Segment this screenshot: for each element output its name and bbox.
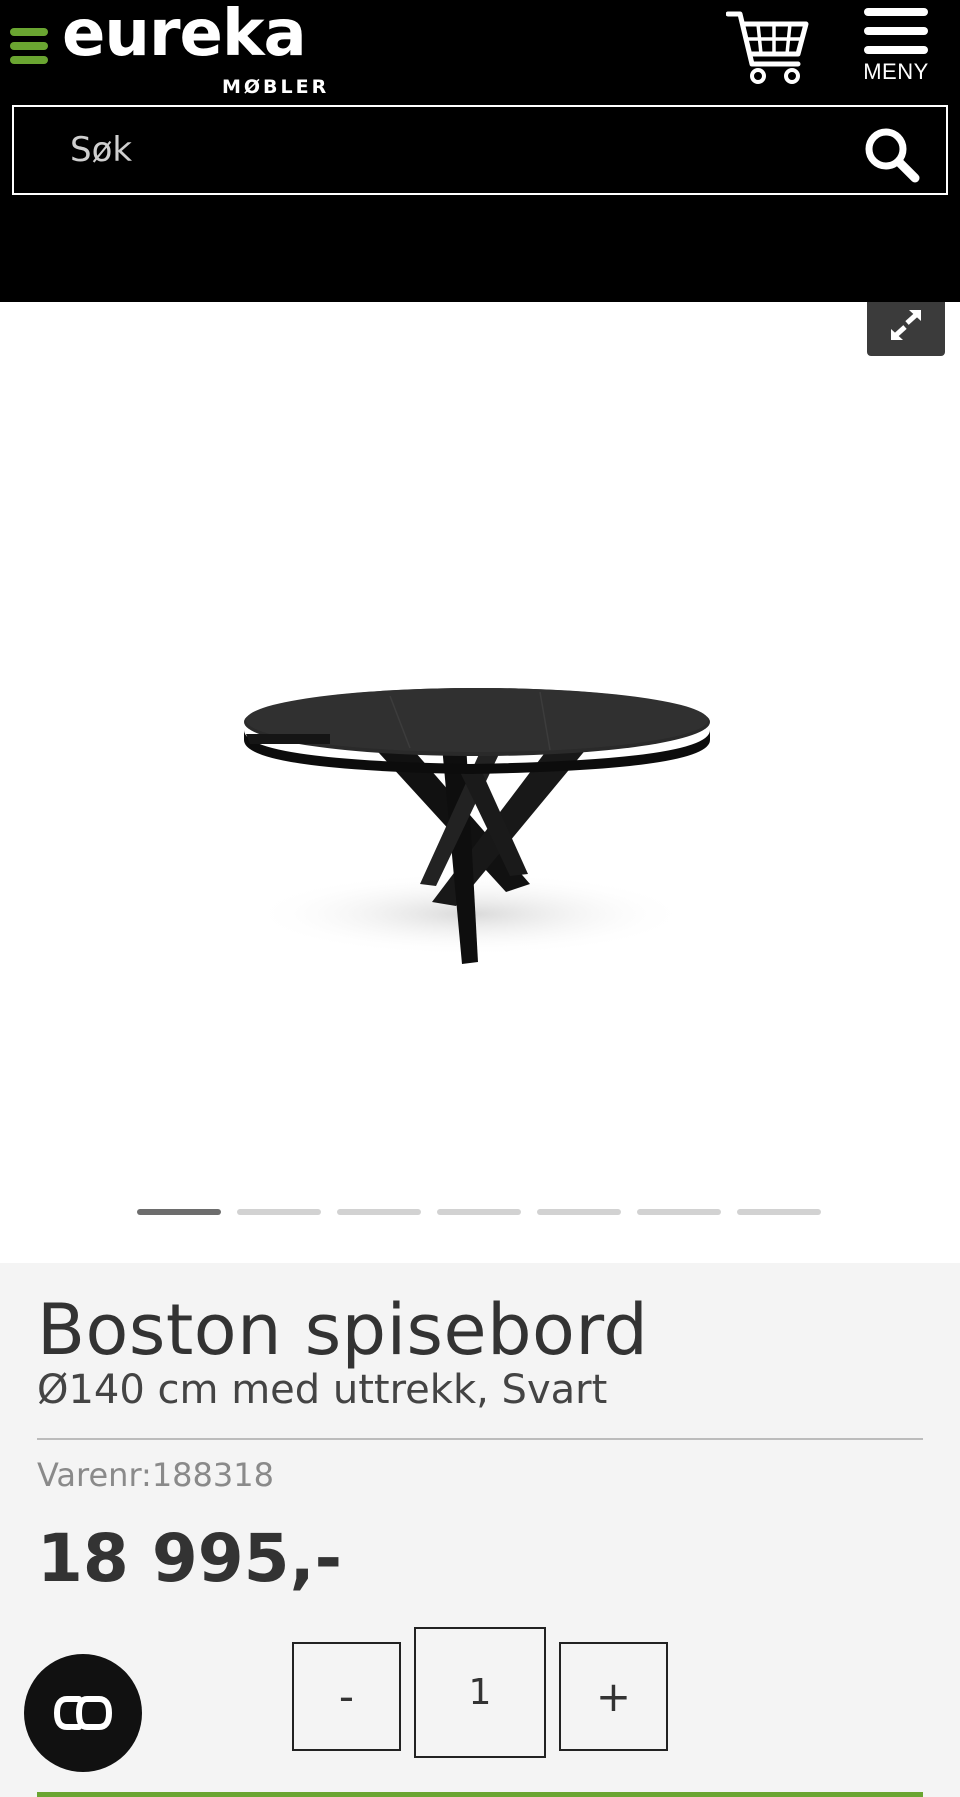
gallery-dot-6[interactable] bbox=[637, 1209, 721, 1215]
product-sku: Varenr:188318 bbox=[37, 1456, 274, 1494]
gallery-pagination bbox=[137, 1209, 827, 1217]
logo-bars-icon bbox=[10, 28, 48, 70]
expand-image-button[interactable] bbox=[867, 302, 945, 356]
search-icon[interactable] bbox=[862, 125, 920, 183]
quantity-input[interactable] bbox=[414, 1627, 546, 1758]
chat-button[interactable] bbox=[24, 1654, 142, 1772]
product-gallery[interactable] bbox=[0, 302, 960, 1263]
logo-subtext: MØBLER bbox=[222, 76, 330, 98]
add-to-cart-button-edge[interactable] bbox=[37, 1792, 923, 1797]
logo-text: eureka bbox=[62, 0, 307, 71]
site-header: eureka MØBLER MENY bbox=[0, 0, 960, 302]
hamburger-menu-icon bbox=[858, 8, 934, 54]
product-subtitle: Ø140 cm med uttrekk, Svart bbox=[37, 1367, 608, 1413]
gallery-dot-3[interactable] bbox=[337, 1209, 421, 1215]
gallery-dot-2[interactable] bbox=[237, 1209, 321, 1215]
sku-value: 188318 bbox=[151, 1456, 274, 1494]
product-info: Boston spisebord Ø140 cm med uttrekk, Sv… bbox=[0, 1263, 960, 1797]
gallery-dot-1[interactable] bbox=[137, 1209, 221, 1215]
gallery-dot-4[interactable] bbox=[437, 1209, 521, 1215]
shopping-cart-icon[interactable] bbox=[725, 8, 810, 88]
quantity-decrease-button[interactable]: - bbox=[292, 1642, 401, 1751]
product-title: Boston spisebord bbox=[37, 1289, 649, 1371]
divider bbox=[37, 1438, 923, 1440]
product-price: 18 995,- bbox=[37, 1520, 343, 1597]
site-logo[interactable]: eureka MØBLER bbox=[10, 2, 340, 98]
search-input[interactable] bbox=[70, 121, 830, 179]
menu-label: MENY bbox=[863, 59, 929, 84]
quantity-increase-button[interactable]: + bbox=[559, 1642, 668, 1751]
expand-icon bbox=[891, 310, 921, 340]
gallery-dot-5[interactable] bbox=[537, 1209, 621, 1215]
search-bar bbox=[12, 105, 948, 195]
product-image[interactable] bbox=[210, 662, 730, 1002]
chat-bubble-icon bbox=[53, 1696, 112, 1730]
sku-label: Varenr: bbox=[37, 1456, 152, 1494]
menu-button[interactable]: MENY bbox=[858, 8, 934, 96]
gallery-dot-7[interactable] bbox=[737, 1209, 821, 1215]
